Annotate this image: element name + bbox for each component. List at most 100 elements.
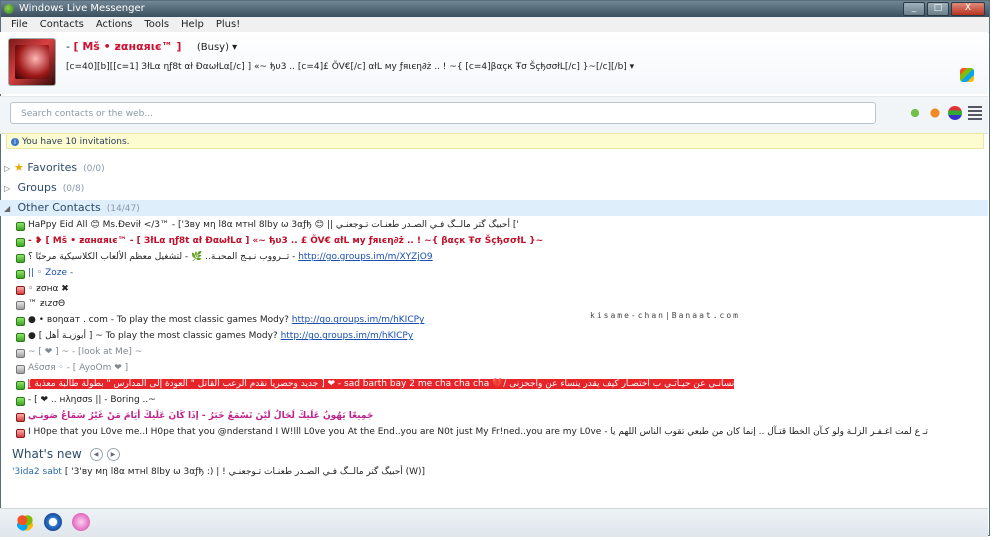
display-name[interactable]: - [ Mš • ƶαнαяιє™ ] (Busy) ▾ <box>66 40 237 53</box>
status-selector[interactable]: (Busy) ▾ <box>197 42 237 53</box>
contact-text: || ◦ Zoze - <box>28 267 74 278</box>
status-online-icon <box>16 333 25 343</box>
window-title: Windows Live Messenger <box>19 3 145 14</box>
menu-contacts[interactable]: Contacts <box>34 17 90 32</box>
collapse-arrow-icon[interactable]: ◢ <box>0 201 14 217</box>
previous-button[interactable]: ◀ <box>89 448 103 461</box>
list-item[interactable]: ◦ ƶσнα ✖ <box>0 282 988 298</box>
contact-text: جَمِيعًا يَهُونُ عَلَيكَ لَحَالُ لَيْنَ … <box>28 410 374 421</box>
news-author[interactable]: '3ida2 sabt <box>12 467 62 477</box>
whats-new-title: What's new <box>12 447 82 461</box>
list-item[interactable]: HaPpy Eid All 😊 Ms.Ðevił </3™ - ['3вy мη… <box>0 218 988 234</box>
list-item[interactable]: - [ ❤ .. нλησσs || - Boring ..~ <box>0 393 988 409</box>
contact-text: Aŝσσя ◦ - [ AyoOm ❤ ] <box>28 363 129 374</box>
status-offline-icon <box>16 349 25 359</box>
expand-arrow-icon[interactable]: ▷ <box>0 161 14 177</box>
messenger-game-icon[interactable] <box>72 513 90 531</box>
group-favorites[interactable]: ▷ ★ Favorites (0/0) <box>0 160 988 176</box>
menu-actions[interactable]: Actions <box>90 17 139 32</box>
list-item[interactable]: [ جديد وحصرياً نقدم الرعب القاتل " العود… <box>0 377 988 393</box>
status-busy-icon <box>16 285 25 295</box>
whats-new-header: What's new ◀ ▶ <box>12 447 120 461</box>
name-prefix: - <box>66 40 70 53</box>
close-button[interactable]: X <box>951 2 985 16</box>
list-item[interactable]: || ◦ Zoze - <box>0 266 988 282</box>
status-online-icon <box>16 317 25 327</box>
status-online-icon <box>16 396 25 406</box>
status-online-icon <box>16 269 25 279</box>
status-online-icon <box>16 237 25 247</box>
contact-text: HaPpy Eid All 😊 Ms.Ðevił </3™ - ['3вy мη… <box>28 220 519 230</box>
list-item[interactable]: جَمِيعًا يَهُونُ عَلَيكَ لَحَالُ لَيْنَ … <box>0 409 988 425</box>
windows-live-butterfly-icon[interactable] <box>16 513 34 531</box>
show-menu-icon[interactable] <box>968 106 982 120</box>
list-item[interactable]: - ❥ [ Mš • ƶαнαяιє™ - [ ЗłLα ηƒ8t αł Ðαω… <box>0 234 988 250</box>
contact-link[interactable]: http://go.groups.im/m/hKICPy <box>292 315 425 325</box>
contact-text: ™ ƶιzσΘ <box>28 299 66 310</box>
personal-message[interactable]: [c=40][b][[c=1] ЗłLα ηƒ8t αł ÐαωłLα[/c] … <box>66 62 634 72</box>
search-input[interactable]: Search contacts or the web... <box>10 102 876 124</box>
add-contact-icon[interactable] <box>908 106 922 120</box>
windows-live-icon[interactable] <box>928 106 942 120</box>
contact-text: ◦ ƶσнα ✖ <box>28 283 69 294</box>
contact-list: HaPpy Eid All 😊 Ms.Ðevił </3™ - ['3вy мη… <box>0 218 988 440</box>
contact-text: - [ ❤ .. нλησσs || - Boring ..~ <box>28 394 156 405</box>
messenger-logo-icon <box>4 4 14 14</box>
list-item[interactable]: ™ ƶιzσΘ <box>0 297 988 313</box>
contact-link[interactable]: http://go.groups.im/m/XYZjO9 <box>298 252 432 262</box>
menu-help[interactable]: Help <box>175 17 210 32</box>
contact-text: - ❥ [ Mš • ƶαнαяιє™ - [ ЗłLα ηƒ8t αł Ðαω… <box>28 235 544 246</box>
status-online-icon <box>16 222 25 231</box>
contact-text: [ جديد وحصرياً نقدم الرعب القاتل " العود… <box>28 378 735 389</box>
list-item[interactable]: Aŝσσя ◦ - [ AyoOm ❤ ] <box>0 361 988 377</box>
menu-tools[interactable]: Tools <box>138 17 175 32</box>
star-icon: ★ <box>14 161 24 174</box>
next-button[interactable]: ▶ <box>106 448 120 461</box>
status-online-icon <box>16 380 25 390</box>
group-name: Groups <box>17 181 57 194</box>
menu-bar: File Contacts Actions Tools Help Plus! <box>1 17 989 33</box>
status-busy-icon <box>16 428 25 438</box>
invitation-banner[interactable]: i You have 10 invitations. <box>6 133 984 149</box>
status-offline-icon <box>16 301 25 311</box>
contact-link[interactable]: http://go.groups.im/m/hKICPy <box>281 331 414 341</box>
list-item[interactable]: I H0pe that you L0ve me..I H0pe that you… <box>0 425 988 441</box>
group-other-contacts[interactable]: ◢ Other Contacts (14/47) <box>0 200 988 216</box>
group-count: (0/8) <box>62 184 85 194</box>
maximize-button[interactable]: □ <box>927 2 949 16</box>
group-count: (14/47) <box>106 204 140 214</box>
list-item[interactable]: ● [ أبوزيـة أهل ] ~ To play the most cla… <box>0 329 988 345</box>
contact-text: ● [ أبوزيـة أهل ] ~ To play the most cla… <box>28 331 278 342</box>
bottom-bar <box>0 508 988 537</box>
internet-explorer-icon[interactable] <box>44 513 62 531</box>
status-busy-icon <box>16 412 25 422</box>
avatar[interactable] <box>8 38 56 86</box>
status-offline-icon <box>16 365 25 375</box>
title-bar[interactable]: Windows Live Messenger _ □ X <box>1 1 989 17</box>
list-item[interactable]: تــرووب نـيـج المحبـة.. 🌿 - لتشغيل معظم … <box>0 250 988 266</box>
menu-file[interactable]: File <box>5 17 34 32</box>
search-bar: Search contacts or the web... <box>0 96 988 134</box>
change-layout-icon[interactable] <box>948 106 962 120</box>
name-main: [ Mš • ƶαнαяιє™ ] <box>73 40 182 53</box>
news-item[interactable]: '3ida2 sabt [ '3'вy мη l8α мтнl 8lby ω 3… <box>12 467 425 477</box>
windows-live-logo-icon <box>960 68 974 82</box>
group-count: (0/0) <box>83 164 105 174</box>
contact-text: I H0pe that you L0ve me..I H0pe that you… <box>28 426 928 437</box>
invitation-text: You have 10 invitations. <box>22 137 130 147</box>
contact-text: ● • воηαат . com - To play the most clas… <box>28 315 289 326</box>
watermark: kisame-chan|Banaat.com <box>590 311 740 320</box>
expand-arrow-icon[interactable]: ▷ <box>0 181 14 197</box>
menu-plus[interactable]: Plus! <box>210 17 246 32</box>
minimize-button[interactable]: _ <box>903 2 925 16</box>
group-name: Other Contacts <box>17 201 101 214</box>
status-online-icon <box>16 253 25 263</box>
group-groups[interactable]: ▷ Groups (0/8) <box>0 180 988 196</box>
list-item[interactable]: ~ [ ❤ ] ~ - [look at Me] ~ <box>0 345 988 361</box>
profile-header: - [ Mš • ƶαнαяιє™ ] (Busy) ▾ [c=40][b][[… <box>0 32 988 94</box>
list-item[interactable]: ● • воηαат . com - To play the most clas… <box>0 313 988 329</box>
news-text: [ '3'вy мη l8α мтнl 8lby ω 3αƒђ :) | ! أ… <box>61 467 426 477</box>
avatar-picture <box>15 45 49 79</box>
info-icon: i <box>11 138 19 146</box>
contact-text: تــرووب نـيـج المحبـة.. 🌿 - لتشغيل معظم … <box>28 251 296 262</box>
